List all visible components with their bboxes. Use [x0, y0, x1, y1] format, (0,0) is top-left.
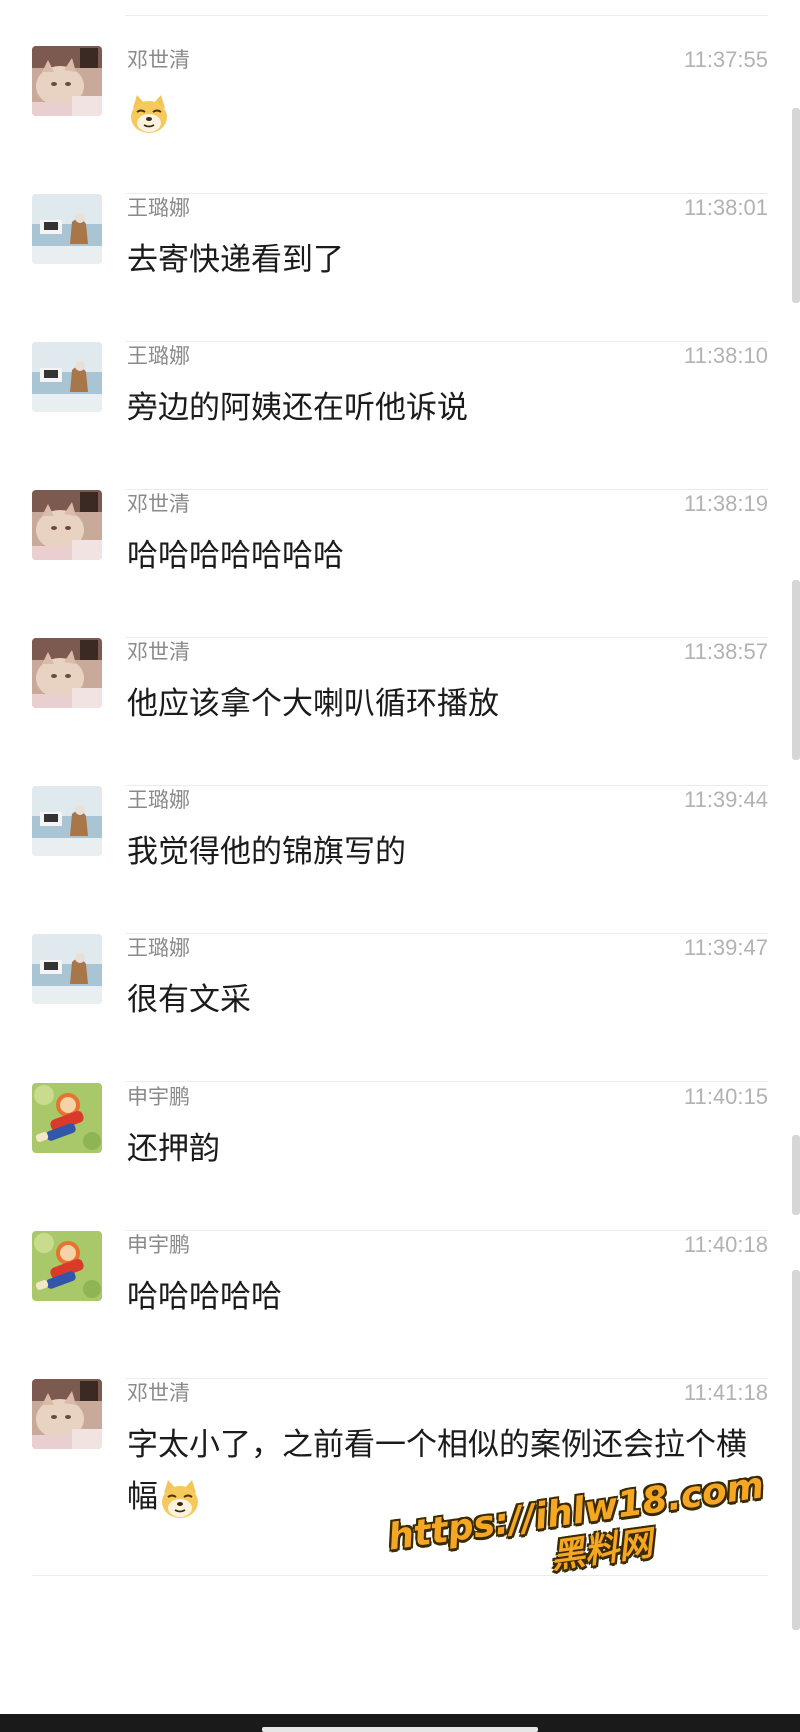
- chat-message[interactable]: 王璐娜 11:39:47 很有文采: [0, 934, 800, 1082]
- message-time: 11:38:10: [683, 343, 768, 368]
- cat-avatar[interactable]: [32, 1379, 102, 1449]
- message-text: 哈哈哈哈哈哈哈: [127, 538, 344, 574]
- sender-name: 邓世清: [127, 1381, 190, 1405]
- top-divider: [125, 15, 768, 16]
- message-time: 11:38:57: [683, 639, 768, 664]
- sender-name: 申宇鹏: [127, 1085, 190, 1109]
- cat-avatar[interactable]: [32, 638, 102, 708]
- doge-emoji-icon: [127, 92, 171, 136]
- chat-message[interactable]: 王璐娜 11:38:01 去寄快递看到了: [0, 194, 800, 342]
- chat-message[interactable]: 申宇鹏 11:40:18 哈哈哈哈哈: [0, 1231, 800, 1379]
- message-time: 11:40:15: [683, 1084, 768, 1109]
- sender-name: 王璐娜: [127, 344, 190, 368]
- message-text: 去寄快递看到了: [127, 242, 344, 278]
- chat-message[interactable]: 邓世清 11:38:57 他应该拿个大喇叭循环播放: [0, 638, 800, 786]
- message-text: 我觉得他的锦旗写的: [127, 834, 406, 870]
- chat-message[interactable]: 申宇鹏 11:40:15 还押韵: [0, 1083, 800, 1231]
- chat-message[interactable]: 邓世清 11:37:55: [0, 46, 800, 194]
- sender-name: 邓世清: [127, 48, 190, 72]
- sender-name: 王璐娜: [127, 788, 190, 812]
- message-text: 还押韵: [127, 1131, 220, 1167]
- seaside-avatar[interactable]: [32, 194, 102, 264]
- seaside-avatar[interactable]: [32, 786, 102, 856]
- message-time: 11:41:18: [683, 1380, 768, 1405]
- message-text: 很有文采: [127, 982, 251, 1018]
- chat-message[interactable]: 王璐娜 11:39:44 我觉得他的锦旗写的: [0, 786, 800, 934]
- message-time: 11:39:44: [683, 787, 768, 812]
- message-time: 11:38:19: [683, 491, 768, 516]
- message-divider: [125, 1081, 768, 1082]
- message-time: 11:40:18: [683, 1232, 768, 1257]
- message-text: [127, 86, 770, 138]
- chat-message[interactable]: 王璐娜 11:38:10 旁边的阿姨还在听他诉说: [0, 342, 800, 490]
- message-text: 哈哈哈哈哈: [127, 1279, 282, 1315]
- system-navigation-bar: [0, 1714, 800, 1732]
- sender-name: 王璐娜: [127, 936, 190, 960]
- message-time: 11:37:55: [683, 47, 768, 72]
- message-text: 旁边的阿姨还在听他诉说: [127, 390, 468, 426]
- seaside-avatar[interactable]: [32, 934, 102, 1004]
- sender-name: 申宇鹏: [127, 1233, 190, 1257]
- message-text: 他应该拿个大喇叭循环播放: [127, 686, 499, 722]
- sender-name: 邓世清: [127, 492, 190, 516]
- doge-emoji-icon: [158, 1477, 202, 1521]
- sender-name: 王璐娜: [127, 196, 190, 220]
- home-indicator[interactable]: [262, 1727, 538, 1732]
- message-time: 11:39:47: [683, 935, 768, 960]
- cartoon-avatar[interactable]: [32, 1231, 102, 1301]
- seaside-avatar[interactable]: [32, 342, 102, 412]
- message-time: 11:38:01: [683, 195, 768, 220]
- chat-message[interactable]: 邓世清 11:38:19 哈哈哈哈哈哈哈: [0, 490, 800, 638]
- cat-avatar[interactable]: [32, 490, 102, 560]
- sender-name: 邓世清: [127, 640, 190, 664]
- cat-avatar[interactable]: [32, 46, 102, 116]
- cartoon-avatar[interactable]: [32, 1083, 102, 1153]
